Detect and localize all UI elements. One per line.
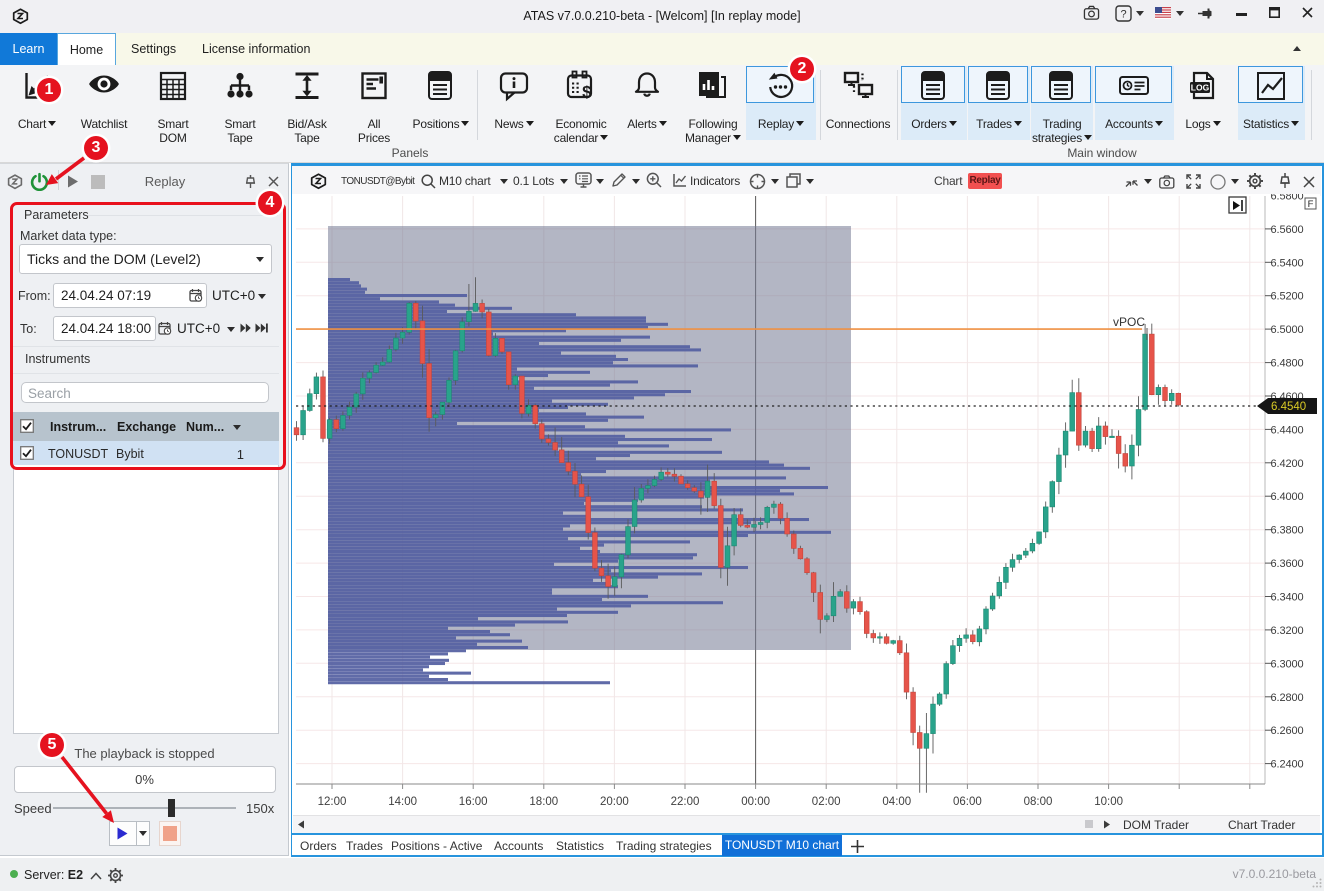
svg-text:6.3800: 6.3800 [1271,525,1304,537]
svg-text:22:00: 22:00 [671,796,700,808]
svg-text:?: ? [1120,9,1126,21]
svg-text:6.2600: 6.2600 [1271,725,1304,737]
svg-text:6.4800: 6.4800 [1271,358,1304,370]
svg-text:08:00: 08:00 [1024,796,1053,808]
svg-text:LOG: LOG [1191,83,1210,93]
svg-text:18:00: 18:00 [529,796,558,808]
svg-text:20:00: 20:00 [600,796,629,808]
svg-text:6.3000: 6.3000 [1271,658,1304,670]
svg-text:10:00: 10:00 [1094,796,1123,808]
svg-text:6.2400: 6.2400 [1271,759,1304,771]
svg-text:6.4540: 6.4540 [1271,401,1306,413]
svg-text:$: $ [582,83,592,102]
svg-text:6.2800: 6.2800 [1271,692,1304,704]
svg-text:12:00: 12:00 [318,796,347,808]
svg-text:06:00: 06:00 [953,796,982,808]
svg-text:6.3200: 6.3200 [1271,625,1304,637]
svg-text:14:00: 14:00 [388,796,417,808]
svg-text:16:00: 16:00 [459,796,488,808]
svg-text:6.5600: 6.5600 [1271,224,1304,236]
svg-text:6.4400: 6.4400 [1271,424,1304,436]
svg-text:F: F [1308,199,1314,210]
svg-text:6.5400: 6.5400 [1271,257,1304,269]
svg-text:04:00: 04:00 [882,796,911,808]
svg-text:6.5200: 6.5200 [1271,291,1304,303]
svg-text:02:00: 02:00 [812,796,841,808]
svg-text:6.4000: 6.4000 [1271,491,1304,503]
svg-text:vPOC: vPOC [1113,315,1145,329]
svg-text:6.3400: 6.3400 [1271,592,1304,604]
svg-text:6.5000: 6.5000 [1271,324,1304,336]
svg-text:6.5800: 6.5800 [1271,194,1304,203]
svg-text:6.3600: 6.3600 [1271,558,1304,570]
svg-text:00:00: 00:00 [741,796,770,808]
svg-text:6.4200: 6.4200 [1271,458,1304,470]
